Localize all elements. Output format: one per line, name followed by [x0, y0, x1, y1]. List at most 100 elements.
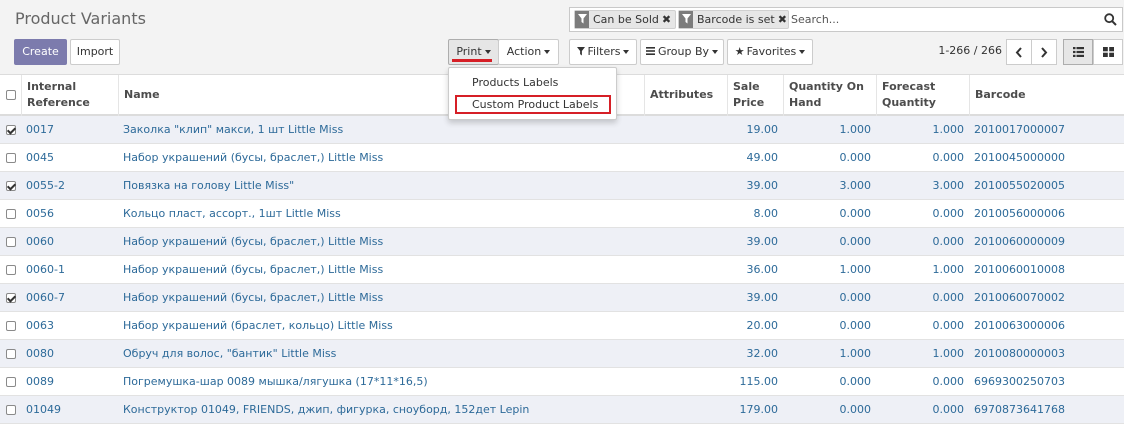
row-checkbox[interactable] [6, 237, 16, 247]
table-row[interactable]: 01049 Конструктор 01049, FRIENDS, джип, ф… [0, 396, 1124, 424]
caret-down-icon [712, 50, 719, 54]
cell-sale-price: 39.00 [746, 179, 779, 192]
cell-name: Набор украшений (бусы, браслет,) Little … [123, 151, 384, 164]
row-checkbox[interactable] [6, 153, 16, 163]
kanban-icon [1103, 47, 1114, 57]
column-forecast-quantity[interactable]: Forecast Quantity [876, 75, 969, 116]
cell-barcode: 6970873641768 [974, 403, 1065, 416]
list-view-button[interactable] [1063, 39, 1093, 65]
row-checkbox[interactable] [6, 209, 16, 219]
search-facet-can-be-sold[interactable]: Can be Sold ✖ [574, 10, 676, 29]
cell-sale-price: 8.00 [753, 207, 779, 220]
table-row[interactable]: 0080 Обруч для волос, "бантик" Little Mis… [0, 340, 1124, 368]
table-row[interactable]: 0063 Набор украшений (браслет, кольцо) Li… [0, 312, 1124, 340]
table-row[interactable]: 0017 Заколка "клип" макси, 1 шт Little Mi… [0, 116, 1124, 144]
cell-quantity-on-hand: 0.000 [839, 291, 872, 304]
chevron-left-icon [1015, 47, 1022, 58]
column-barcode[interactable]: Barcode [969, 75, 1124, 116]
search-facet-barcode-is-set[interactable]: Barcode is set ✖ [678, 10, 789, 29]
action-label: Action [506, 45, 542, 58]
pager-next-button[interactable] [1031, 39, 1057, 65]
search-box[interactable]: Can be Sold ✖ Barcode is set ✖ [569, 7, 1123, 32]
row-checkbox[interactable] [6, 349, 16, 359]
cell-quantity-on-hand: 0.000 [839, 375, 872, 388]
cell-name: Кольцо пласт, ассорт., 1шт Little Miss [123, 207, 341, 220]
row-checkbox[interactable] [6, 265, 16, 275]
cell-internal-reference: 0017 [26, 123, 54, 136]
cell-barcode: 2010056000006 [974, 207, 1065, 220]
cell-barcode: 2010060010008 [974, 263, 1065, 276]
cell-barcode: 2010045000000 [974, 151, 1065, 164]
row-checkbox[interactable] [6, 405, 16, 415]
table-row[interactable]: 0089 Погремушка-шар 0089 мышка/лягушка (1… [0, 368, 1124, 396]
table-row[interactable]: 0060-7 Набор украшений (бусы, браслет,) L… [0, 284, 1124, 312]
column-attributes[interactable]: Attributes [644, 75, 727, 116]
cell-internal-reference: 0060 [26, 235, 54, 248]
cell-quantity-on-hand: 0.000 [839, 235, 872, 248]
facet-remove-icon[interactable]: ✖ [662, 13, 674, 26]
pager-value[interactable]: 1-266 / 266 [920, 44, 1002, 57]
print-label: Print [456, 45, 482, 58]
cell-sale-price: 36.00 [746, 263, 779, 276]
cell-name: Набор украшений (бусы, браслет,) Little … [123, 291, 384, 304]
select-all-checkbox[interactable] [6, 90, 16, 100]
row-checkbox[interactable] [6, 293, 16, 303]
cell-quantity-on-hand: 0.000 [839, 319, 872, 332]
table-row[interactable]: 0060-1 Набор украшений (бусы, браслет,) L… [0, 256, 1124, 284]
kanban-view-button[interactable] [1093, 39, 1123, 65]
cell-quantity-on-hand: 0.000 [839, 207, 872, 220]
cell-forecast-quantity: 0.000 [932, 319, 965, 332]
search-icon[interactable] [1104, 13, 1117, 29]
cell-quantity-on-hand: 1.000 [839, 347, 872, 360]
cell-internal-reference: 0060-7 [26, 291, 65, 304]
favorites-label: Favorites [746, 45, 797, 58]
cell-sale-price: 32.00 [746, 347, 779, 360]
cell-barcode: 2010060000009 [974, 235, 1065, 248]
cell-sale-price: 19.00 [746, 123, 779, 136]
chevron-right-icon [1041, 47, 1048, 58]
column-sale-price[interactable]: Sale Price [727, 75, 783, 116]
group-by-button[interactable]: Group By [640, 39, 724, 65]
cell-quantity-on-hand: 1.000 [839, 263, 872, 276]
column-internal-reference[interactable]: Internal Reference [21, 75, 118, 116]
row-checkbox[interactable] [6, 181, 16, 191]
table-row[interactable]: 0055-2 Повязка на голову Little Miss" 39.0… [0, 172, 1124, 200]
cell-forecast-quantity: 0.000 [932, 291, 965, 304]
row-checkbox[interactable] [6, 321, 16, 331]
table-row[interactable]: 0060 Набор украшений (бусы, браслет,) Lit… [0, 228, 1124, 256]
list-icon [1073, 47, 1084, 57]
caret-down-icon [544, 50, 551, 54]
cell-quantity-on-hand: 3.000 [839, 179, 872, 192]
table-row[interactable]: 0045 Набор украшений (бусы, браслет,) Lit… [0, 144, 1124, 172]
pager-previous-button[interactable] [1006, 39, 1032, 65]
row-checkbox[interactable] [6, 377, 16, 387]
search-input[interactable] [791, 11, 1091, 28]
select-all-cell [0, 75, 21, 116]
filters-button[interactable]: Filters [569, 39, 637, 65]
import-button[interactable]: Import [70, 39, 120, 65]
bars-icon [645, 47, 655, 55]
print-dropdown-menu: Products Labels Custom Product Labels [448, 67, 617, 120]
caret-down-icon [623, 50, 630, 54]
menu-item-products-labels[interactable]: Products Labels [455, 74, 611, 93]
cell-name: Погремушка-шар 0089 мышка/лягушка (17*11… [123, 375, 428, 388]
cell-internal-reference: 0055-2 [26, 179, 65, 192]
table-row[interactable]: 0056 Кольцо пласт, ассорт., 1шт Little Mi… [0, 200, 1124, 228]
cell-barcode: 6969300250703 [974, 375, 1065, 388]
row-checkbox[interactable] [6, 125, 16, 135]
cell-quantity-on-hand: 0.000 [839, 151, 872, 164]
facet-remove-icon[interactable]: ✖ [778, 13, 790, 26]
cell-name: Конструктор 01049, FRIENDS, джип, фигурк… [123, 403, 530, 416]
favorites-button[interactable]: ★ Favorites [727, 39, 813, 65]
cell-internal-reference: 0060-1 [26, 263, 65, 276]
menu-item-custom-product-labels[interactable]: Custom Product Labels [455, 95, 611, 114]
cell-forecast-quantity: 0.000 [932, 235, 965, 248]
caret-down-icon [799, 50, 806, 54]
cell-forecast-quantity: 0.000 [932, 403, 965, 416]
star-icon: ★ [734, 45, 745, 58]
action-button[interactable]: Action [498, 39, 559, 65]
create-button[interactable]: Create [14, 39, 67, 65]
table-body: 0017 Заколка "клип" макси, 1 шт Little Mi… [0, 116, 1124, 424]
cell-name: Набор украшений (бусы, браслет,) Little … [123, 235, 384, 248]
column-quantity-on-hand[interactable]: Quantity On Hand [783, 75, 876, 116]
